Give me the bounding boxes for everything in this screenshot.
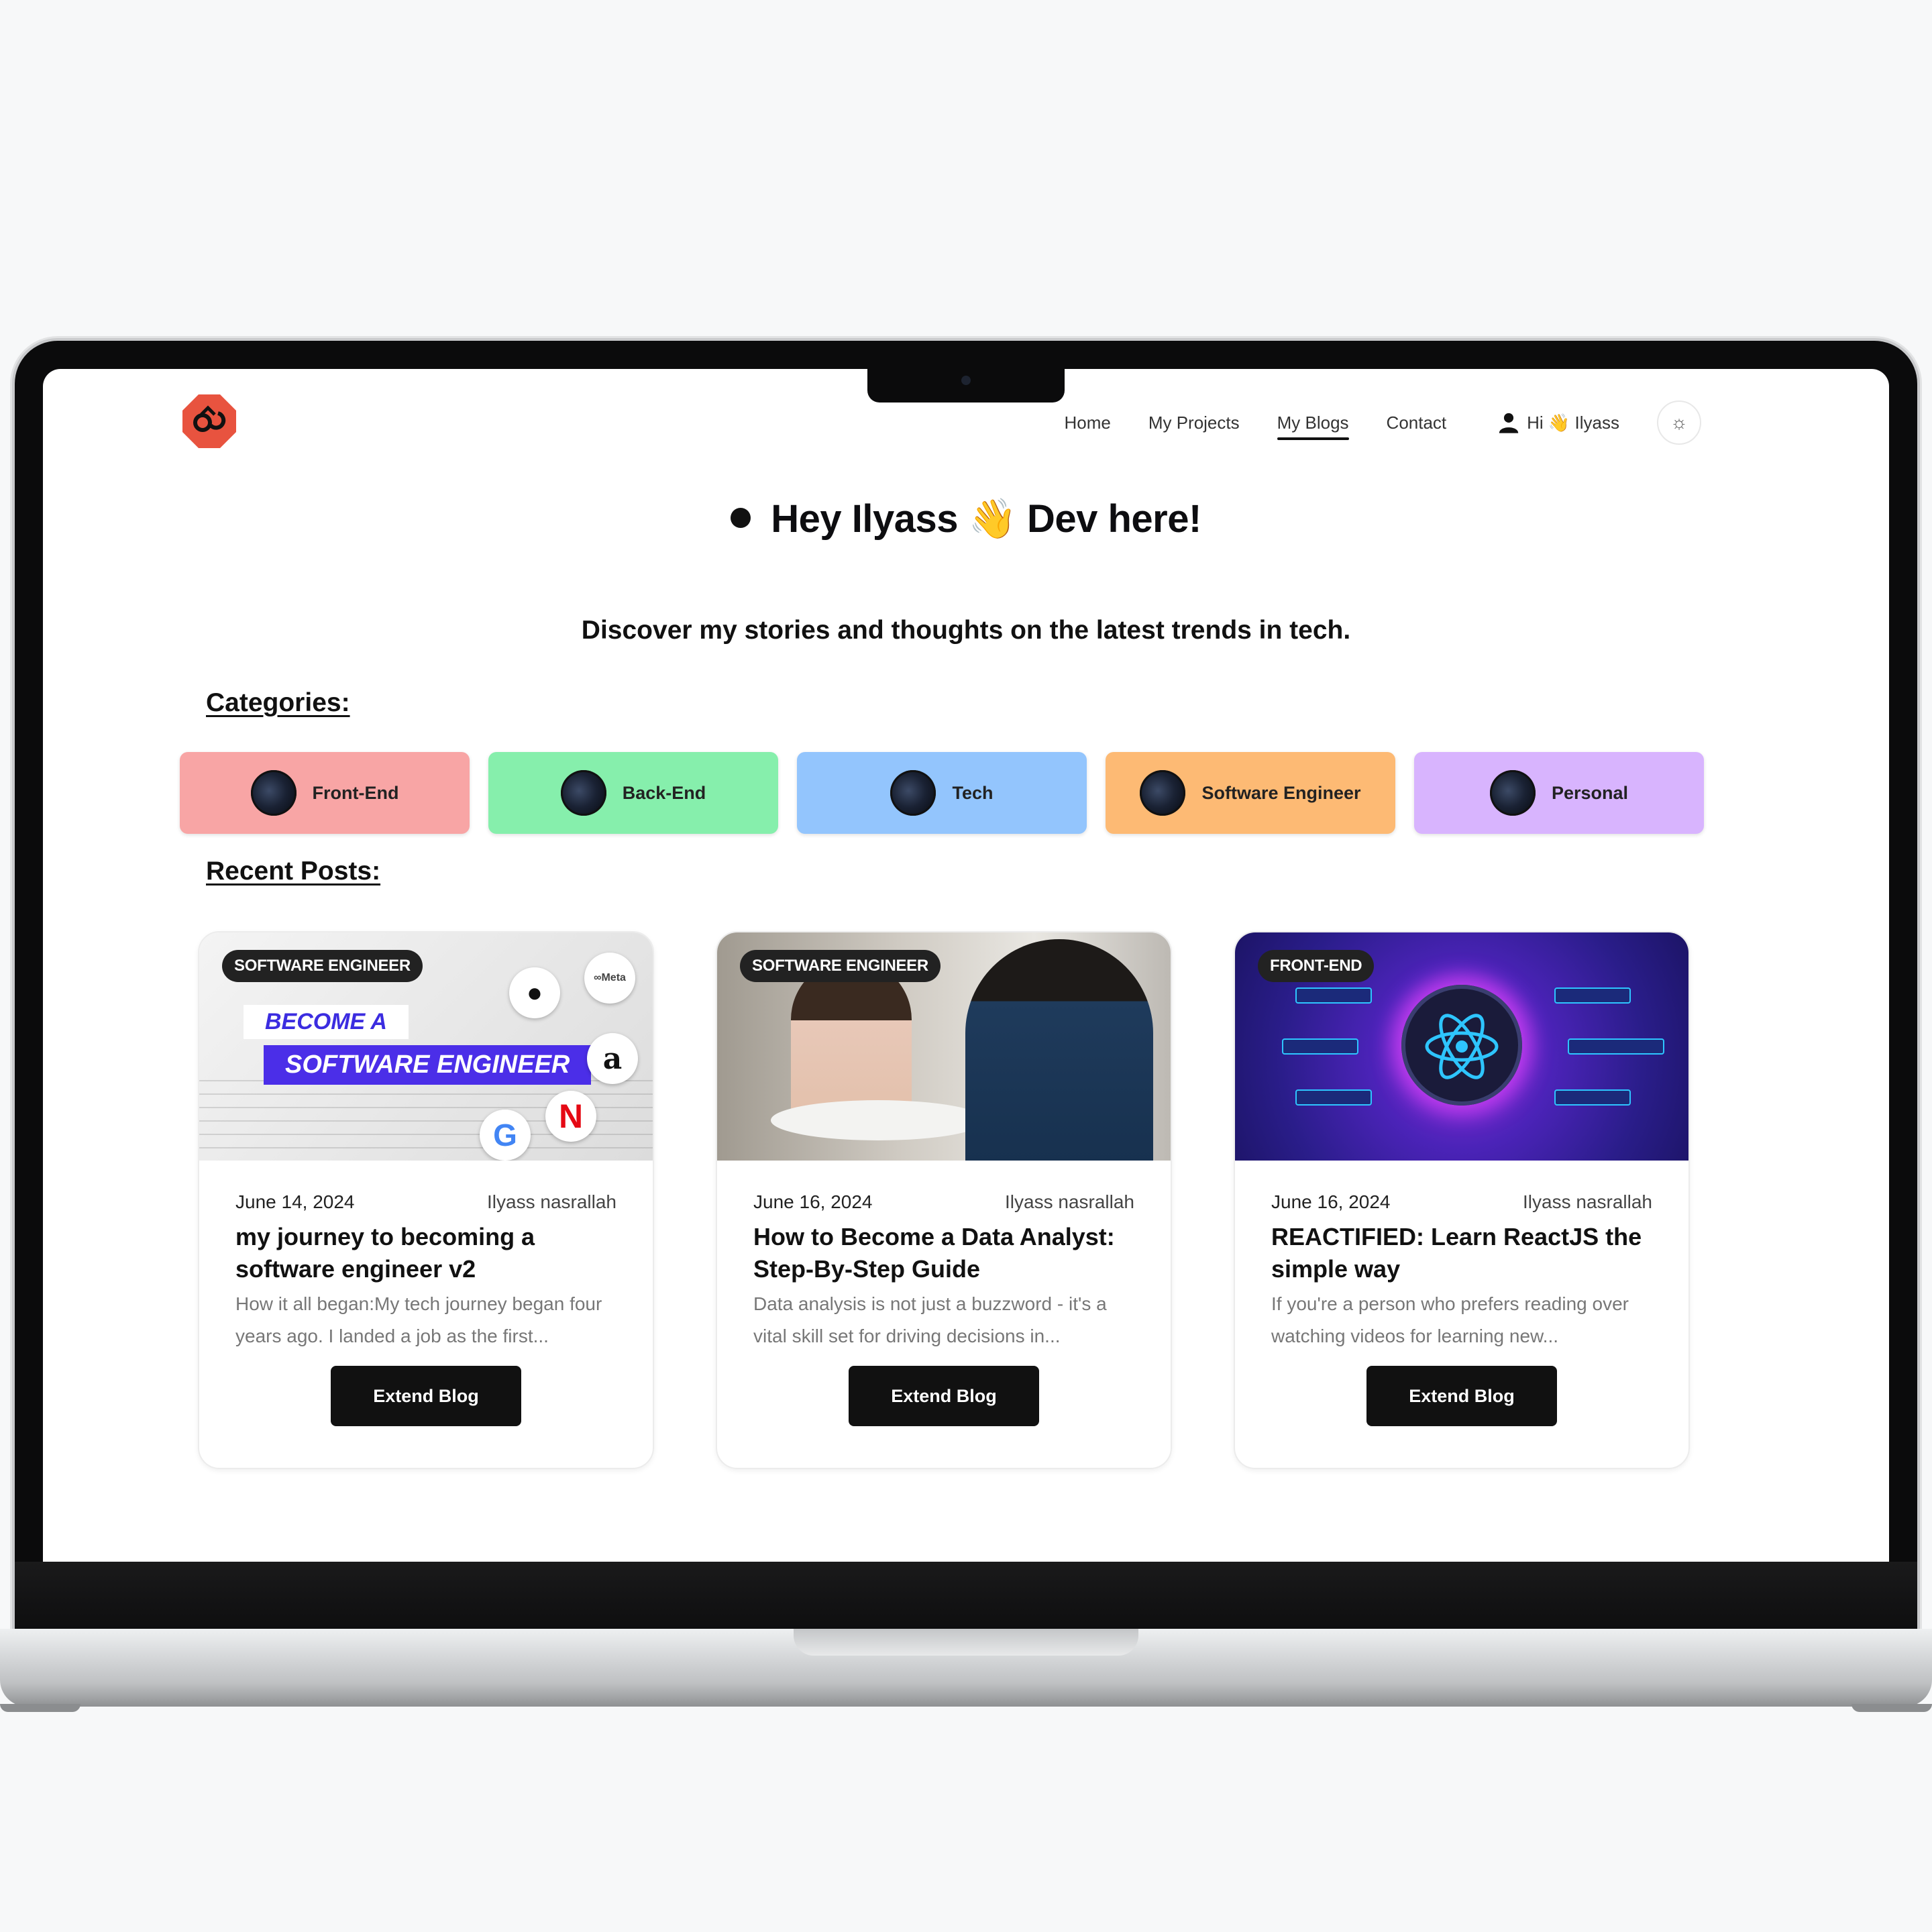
post-title[interactable]: my journey to becoming a software engine… <box>235 1221 626 1285</box>
post-title[interactable]: REACTIFIED: Learn ReactJS the simple way <box>1271 1221 1662 1285</box>
logo-icon <box>193 405 226 432</box>
thumb-text: BECOME A <box>244 1005 409 1039</box>
post-category-badge: SOFTWARE ENGINEER <box>740 950 941 982</box>
post-date: June 16, 2024 <box>753 1191 873 1212</box>
category-label: Front-End <box>312 782 399 803</box>
category-avatar <box>560 770 606 816</box>
laptop-base-notch <box>794 1629 1138 1656</box>
extend-blog-button[interactable]: Extend Blog <box>1366 1366 1557 1426</box>
page-subtitle: Discover my stories and thoughts on the … <box>581 616 1351 645</box>
camera-icon <box>961 376 971 385</box>
category-avatar <box>250 770 297 816</box>
theme-toggle-button[interactable]: ☼ <box>1657 400 1701 445</box>
react-logo-icon <box>1425 1014 1499 1079</box>
laptop-foot <box>1851 1704 1932 1712</box>
post-author: Ilyass nasrallah <box>1005 1191 1134 1212</box>
apple-logo-icon: ● <box>509 967 560 1018</box>
meta-logo-icon: ∞Meta <box>584 953 635 1004</box>
blog-card: SOFTWARE ENGINEER June 16, 2024 Ilyass n… <box>716 931 1172 1469</box>
extend-blog-button[interactable]: Extend Blog <box>331 1366 521 1426</box>
user-menu[interactable]: Hi 👋 Ilyass <box>1497 411 1619 434</box>
category-avatar <box>1140 770 1186 816</box>
diagram-tag <box>1554 1089 1631 1106</box>
post-title[interactable]: How to Become a Data Analyst: Step-By-St… <box>753 1221 1144 1285</box>
category-label: Tech <box>952 782 994 803</box>
extend-blog-button[interactable]: Extend Blog <box>849 1366 1039 1426</box>
diagram-tag <box>1568 1038 1664 1055</box>
post-meta: June 14, 2024 Ilyass nasrallah <box>235 1191 616 1213</box>
post-thumbnail[interactable]: FRONT-END <box>1235 932 1688 1161</box>
category-front-end[interactable]: Front-End <box>180 752 470 834</box>
category-list: Front-End Back-End Tech Software Enginee… <box>180 752 1704 834</box>
title-part-1: Hey Ilyass <box>771 497 958 541</box>
post-list: BECOME A SOFTWARE ENGINEER ● ∞Meta a N G… <box>198 931 1690 1469</box>
site-logo[interactable] <box>182 394 236 448</box>
blog-card: BECOME A SOFTWARE ENGINEER ● ∞Meta a N G… <box>198 931 654 1469</box>
post-thumbnail[interactable]: BECOME A SOFTWARE ENGINEER ● ∞Meta a N G… <box>199 932 653 1161</box>
nav-link-my-blogs[interactable]: My Blogs <box>1277 413 1349 440</box>
post-excerpt: How it all began:My tech journey began f… <box>235 1293 602 1346</box>
wave-emoji: 👋 <box>968 497 1017 541</box>
top-nav: Home My Projects My Blogs Contact Hi 👋 I… <box>1064 396 1701 449</box>
laptop-notch <box>867 368 1065 402</box>
categories-heading: Categories: <box>206 688 350 717</box>
user-greeting: Hi 👋 Ilyass <box>1527 412 1619 433</box>
post-meta: June 16, 2024 Ilyass nasrallah <box>753 1191 1134 1213</box>
post-date: June 16, 2024 <box>1271 1191 1391 1212</box>
sun-icon: ☼ <box>1670 412 1688 433</box>
recent-posts-heading: Recent Posts: <box>206 857 381 885</box>
diagram-tag <box>1295 987 1372 1004</box>
category-back-end[interactable]: Back-End <box>488 752 778 834</box>
thumb-text: SOFTWARE ENGINEER <box>264 1045 592 1085</box>
diagram-tag <box>1282 1038 1358 1055</box>
category-tech[interactable]: Tech <box>797 752 1087 834</box>
category-label: Personal <box>1551 782 1629 803</box>
category-personal[interactable]: Personal <box>1414 752 1704 834</box>
post-meta: June 16, 2024 Ilyass nasrallah <box>1271 1191 1652 1213</box>
category-avatar <box>1489 770 1536 816</box>
google-logo-icon: G <box>480 1110 531 1161</box>
post-category-badge: SOFTWARE ENGINEER <box>222 950 423 982</box>
category-avatar <box>890 770 936 816</box>
person-figure <box>965 939 1153 1161</box>
laptop-foot <box>0 1704 80 1712</box>
table-shape <box>771 1100 985 1140</box>
category-label: Software Engineer <box>1201 782 1361 803</box>
diagram-tag <box>1554 987 1631 1004</box>
amazon-logo-icon: a <box>587 1033 638 1084</box>
diagram-tag <box>1295 1089 1372 1106</box>
post-author: Ilyass nasrallah <box>487 1191 616 1212</box>
browser-viewport: Home My Projects My Blogs Contact Hi 👋 I… <box>43 369 1889 1562</box>
nav-link-my-projects[interactable]: My Projects <box>1148 413 1240 433</box>
category-software-engineer[interactable]: Software Engineer <box>1106 752 1395 834</box>
post-category-badge: FRONT-END <box>1258 950 1375 982</box>
nav-link-contact[interactable]: Contact <box>1387 413 1447 433</box>
user-icon <box>1499 413 1519 433</box>
post-thumbnail[interactable]: SOFTWARE ENGINEER <box>717 932 1171 1161</box>
title-part-2: Dev here! <box>1026 497 1201 541</box>
blog-card: FRONT-END June 16, 2024 Ilyass nasrallah… <box>1234 931 1690 1469</box>
post-date: June 14, 2024 <box>235 1191 355 1212</box>
post-excerpt: If you're a person who prefers reading o… <box>1271 1293 1629 1346</box>
dot-icon <box>731 507 751 528</box>
netflix-logo-icon: N <box>545 1091 596 1142</box>
page-title: Hey Ilyass 👋 Dev here! <box>43 496 1889 542</box>
post-author: Ilyass nasrallah <box>1523 1191 1652 1212</box>
screen-bezel-bottom <box>15 1562 1917 1629</box>
post-excerpt: Data analysis is not just a buzzword - i… <box>753 1293 1107 1346</box>
category-label: Back-End <box>622 782 706 803</box>
nav-link-home[interactable]: Home <box>1064 413 1110 433</box>
